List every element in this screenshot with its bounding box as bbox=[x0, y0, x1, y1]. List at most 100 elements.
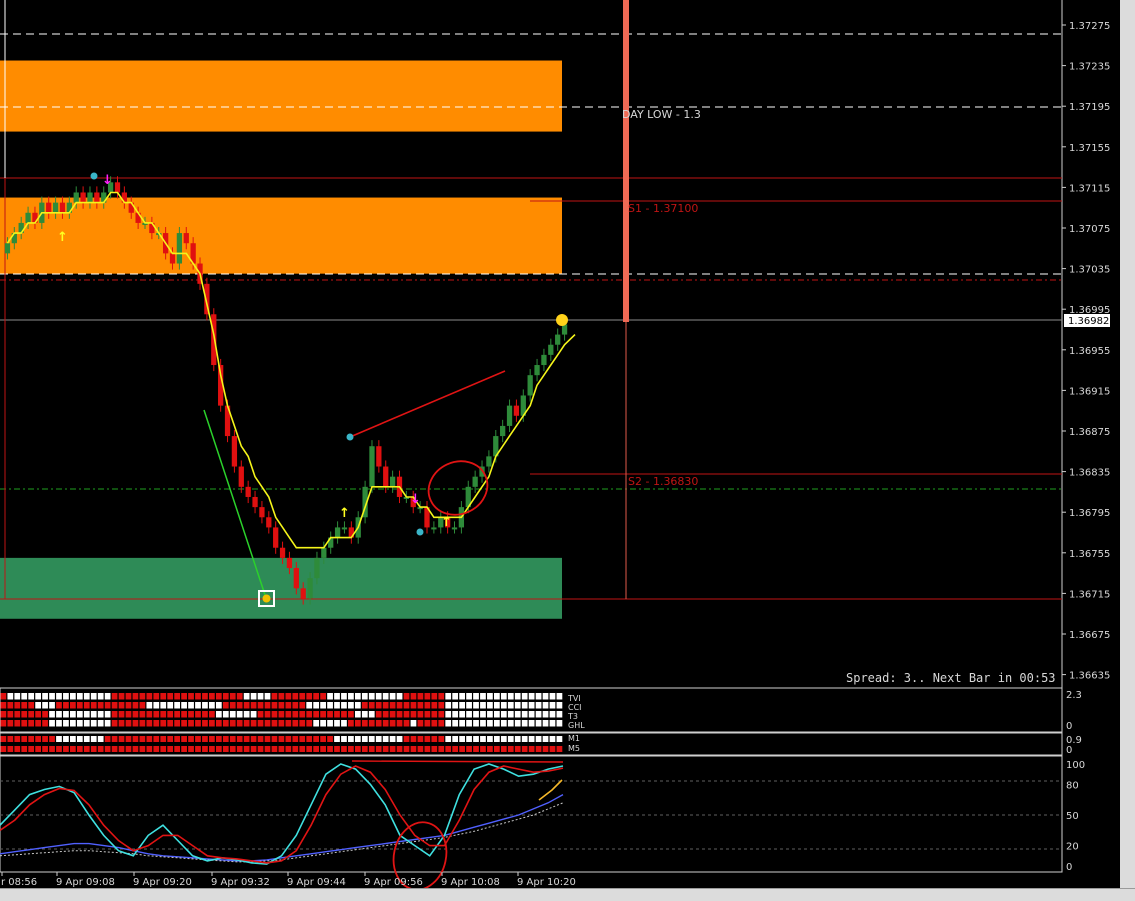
heatmap-cell bbox=[438, 702, 445, 709]
mtf-cell bbox=[264, 736, 271, 742]
heatmap-cell bbox=[348, 711, 354, 718]
heatmap-cell bbox=[327, 693, 333, 700]
candle-body bbox=[238, 466, 244, 487]
heatmap-cell bbox=[368, 711, 375, 718]
mtf-cell bbox=[63, 746, 69, 752]
heatmap-cell bbox=[90, 711, 97, 718]
heatmap-cell bbox=[292, 711, 299, 718]
mtf-cell bbox=[556, 736, 563, 742]
mtf-cell bbox=[7, 736, 14, 742]
red-trendline[interactable] bbox=[349, 370, 506, 438]
mtf-cell bbox=[63, 736, 69, 742]
heatmap-cell bbox=[431, 711, 438, 718]
heatmap-cell bbox=[97, 711, 104, 718]
mtf-cell bbox=[132, 746, 139, 752]
heatmap-cell bbox=[97, 702, 104, 709]
candle-body bbox=[266, 517, 272, 528]
s1-label: S1 - 1.37100 bbox=[628, 202, 698, 215]
heatmap-cell bbox=[56, 702, 62, 709]
heatmap-cell bbox=[63, 702, 69, 709]
mtf-cell bbox=[153, 746, 160, 752]
heatmap-cell bbox=[334, 693, 340, 700]
heatmap-cell bbox=[35, 693, 42, 700]
candle-body bbox=[314, 557, 320, 579]
mtf-cell bbox=[35, 736, 42, 742]
mtf-cell bbox=[56, 746, 62, 752]
candle-body bbox=[73, 192, 79, 203]
mtf-cell bbox=[153, 736, 160, 742]
heatmap-cell bbox=[396, 720, 403, 727]
heatmap-cell bbox=[42, 702, 48, 709]
heatmap-cell bbox=[549, 720, 556, 727]
heatmap-cell bbox=[445, 702, 452, 709]
heatmap-cell bbox=[250, 720, 257, 727]
mtf-cell bbox=[480, 746, 486, 752]
mtf-cell bbox=[431, 746, 438, 752]
heatmap-cell bbox=[70, 702, 76, 709]
heatmap-cell bbox=[466, 702, 472, 709]
mtf-cell bbox=[56, 736, 62, 742]
candle-body bbox=[176, 233, 183, 264]
heatmap-cell bbox=[292, 702, 299, 709]
stoch-trendline[interactable] bbox=[351, 760, 564, 763]
mtf-cell bbox=[542, 736, 549, 742]
heatmap-cell bbox=[507, 693, 514, 700]
mtf-cell bbox=[250, 736, 257, 742]
heatmap-scale-bottom: 0 bbox=[1066, 721, 1072, 732]
price-tick-label: 1.37075 bbox=[1069, 224, 1110, 235]
mtf-cell bbox=[14, 736, 21, 742]
heatmap-cell bbox=[549, 711, 556, 718]
chart-canvas[interactable]: DAY LOW - 1.3 S1 - 1.37100 S2 - 1.36830 … bbox=[0, 0, 1120, 891]
heatmap-cell bbox=[125, 720, 132, 727]
heatmap-cell bbox=[222, 711, 229, 718]
mtf-cell bbox=[174, 746, 181, 752]
mtf-cell bbox=[21, 736, 28, 742]
heatmap-cell bbox=[104, 693, 111, 700]
signal-dot-mid bbox=[346, 433, 354, 441]
heatmap-cell bbox=[243, 720, 250, 727]
heatmap-cell bbox=[473, 693, 479, 700]
buy-arrow-icon: ↑ bbox=[441, 515, 452, 530]
heatmap-cell bbox=[403, 702, 410, 709]
heatmap-cell bbox=[243, 693, 250, 700]
heatmap-cell bbox=[278, 693, 285, 700]
heatmap-cell bbox=[181, 720, 187, 727]
heatmap-cell bbox=[514, 711, 521, 718]
heatmap-cell bbox=[389, 702, 396, 709]
heatmap-cell bbox=[354, 693, 361, 700]
heatmap-cell bbox=[202, 711, 208, 718]
mtf-cell bbox=[528, 746, 535, 752]
mtf-cell bbox=[104, 746, 111, 752]
stoch-axis-label: 100 bbox=[1066, 760, 1085, 771]
stoch-dotted-line bbox=[0, 802, 564, 863]
candle-body bbox=[94, 192, 100, 203]
mtf-cell bbox=[181, 736, 187, 742]
heatmap-cell bbox=[493, 693, 500, 700]
mtf-cell bbox=[28, 746, 35, 752]
heatmap-cell bbox=[181, 693, 187, 700]
mtf-cell bbox=[188, 746, 194, 752]
mtf-cell bbox=[49, 736, 55, 742]
mtf-row-label: M5 bbox=[568, 744, 580, 753]
heatmap-cell bbox=[459, 711, 465, 718]
mtf-cell bbox=[341, 736, 347, 742]
price-tick-label: 1.37235 bbox=[1069, 62, 1110, 73]
buy-arrow-icon: ↑ bbox=[339, 506, 350, 521]
mtf-cell bbox=[21, 746, 28, 752]
mtf-cell bbox=[292, 746, 299, 752]
heatmap-cell bbox=[480, 720, 486, 727]
heatmap-cell bbox=[341, 711, 347, 718]
heatmap-cell bbox=[278, 711, 285, 718]
mtf-cell bbox=[375, 736, 382, 742]
mtf-cell bbox=[556, 746, 563, 752]
price-tick-label: 1.36635 bbox=[1069, 671, 1110, 682]
heatmap-cell bbox=[452, 711, 459, 718]
mtf-cell bbox=[292, 736, 299, 742]
heatmap-cell bbox=[174, 720, 181, 727]
mtf-cell bbox=[215, 746, 222, 752]
mtf-cell bbox=[431, 736, 438, 742]
candle-body bbox=[245, 486, 251, 497]
candle-body bbox=[273, 527, 279, 548]
mtf-cell bbox=[209, 746, 215, 752]
heatmap-cell bbox=[327, 720, 333, 727]
